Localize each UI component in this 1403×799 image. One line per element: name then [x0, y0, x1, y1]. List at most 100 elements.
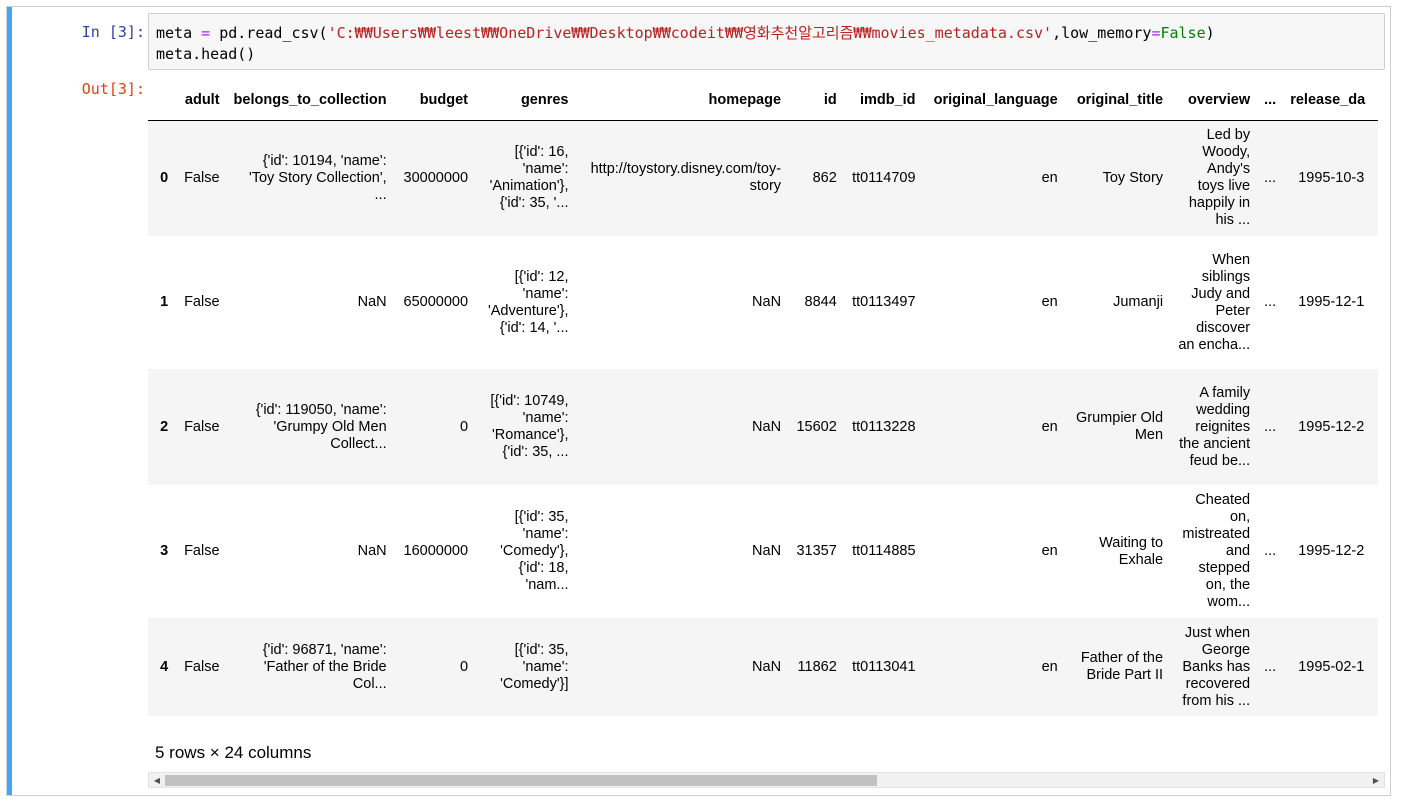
dataframe-shape-summary: 5 rows × 24 columns	[155, 743, 312, 762]
column-header-budget: budget	[393, 82, 476, 121]
column-header-imdb-id: imdb_id	[843, 82, 923, 121]
cell-adult: False	[184, 658, 220, 675]
column-header-belongs-to-collection: belongs_to_collection	[226, 82, 394, 121]
cell-homepage: NaN	[752, 658, 782, 675]
row-index: 4	[160, 658, 169, 675]
dataframe-output: adult belongs_to_collection budget genre…	[148, 82, 1378, 772]
table-row: 1 False NaN 65000000 [{'id': 12, 'name':…	[148, 236, 1378, 369]
code-token: )	[1205, 24, 1215, 42]
column-header-overview: overview	[1170, 82, 1258, 121]
cell-ellipsis: ...	[1264, 543, 1277, 559]
column-header-homepage: homepage	[575, 82, 789, 121]
cell-genres: [{'id': 10749, 'name': 'Romance'}, {'id'…	[490, 393, 569, 460]
cell-original-language: en	[1041, 294, 1058, 310]
cell-id: 15602	[796, 418, 837, 435]
dataframe-table: adult belongs_to_collection budget genre…	[148, 82, 1378, 716]
cell-overview: A family wedding reignites the ancient f…	[1179, 384, 1251, 469]
column-header-id: id	[788, 82, 844, 121]
cell-ellipsis: ...	[1264, 294, 1277, 310]
cell-original-language: en	[1041, 658, 1058, 675]
table-row: 4 False {'id': 96871, 'name': 'Father of…	[148, 618, 1378, 716]
output-prompt: Out[3]:	[81, 80, 145, 98]
cell-id: 31357	[796, 543, 837, 559]
cell-release-date: 1995-02-1	[1298, 658, 1365, 675]
column-header-original-title: original_title	[1064, 82, 1171, 121]
cell-original-title: Father of the Bride Part II	[1080, 650, 1164, 683]
cell-id: 862	[812, 169, 837, 186]
scrollbar-thumb[interactable]	[165, 775, 877, 786]
cell-overview: When siblings Judy and Peter discover an…	[1178, 251, 1251, 353]
column-header-release-date: release_da	[1283, 82, 1378, 121]
cell-belongs-to-collection: {'id': 10194, 'name': 'Toy Story Collect…	[248, 152, 387, 203]
cell-release-date: 1995-10-3	[1298, 169, 1365, 186]
row-index: 1	[160, 294, 169, 310]
cell-original-language: en	[1041, 418, 1058, 435]
cell-original-title: Grumpier Old Men	[1076, 410, 1164, 443]
cell-ellipsis: ...	[1264, 418, 1277, 435]
cell-belongs-to-collection: NaN	[357, 294, 387, 310]
cell-homepage: http://toystory.disney.com/toy-story	[590, 161, 782, 195]
cell-id: 11862	[797, 658, 837, 675]
cell-genres: [{'id': 35, 'name': 'Comedy'}, {'id': 18…	[500, 509, 569, 593]
cell-belongs-to-collection: {'id': 119050, 'name': 'Grumpy Old Men C…	[255, 401, 387, 452]
column-header-index	[148, 82, 176, 121]
cell-budget: 0	[459, 418, 469, 435]
cell-budget: 16000000	[403, 543, 469, 559]
cell-genres: [{'id': 16, 'name': 'Animation'}, {'id':…	[489, 144, 569, 212]
cell-budget: 30000000	[403, 169, 469, 186]
cell-homepage: NaN	[752, 294, 782, 310]
cell-imdb-id: tt0113497	[852, 294, 916, 310]
cell-belongs-to-collection: {'id': 96871, 'name': 'Father of the Bri…	[262, 641, 387, 692]
cell-homepage: NaN	[752, 418, 782, 435]
cell-adult: False	[184, 294, 220, 310]
cell-original-title: Toy Story	[1102, 169, 1164, 186]
cell-overview: Led by Woody, Andy's toys live happily i…	[1188, 127, 1251, 229]
cell-overview: Cheated on, mistreated and stepped on, t…	[1182, 492, 1251, 610]
row-index: 3	[160, 543, 169, 559]
cell-genres: [{'id': 12, 'name': 'Adventure'}, {'id':…	[487, 268, 569, 336]
cell-release-date: 1995-12-2	[1298, 543, 1365, 559]
triangle-left-icon[interactable]: ◀	[150, 774, 164, 787]
code-operator: =	[201, 24, 211, 42]
cell-adult: False	[184, 543, 220, 559]
cell-homepage: NaN	[752, 543, 782, 559]
triangle-right-icon[interactable]: ▶	[1369, 774, 1383, 787]
cell-release-date: 1995-12-1	[1298, 294, 1365, 310]
cell-genres: [{'id': 35, 'name': 'Comedy'}]	[500, 641, 569, 692]
cell-ellipsis: ...	[1264, 658, 1277, 675]
table-row: 2 False {'id': 119050, 'name': 'Grumpy O…	[148, 369, 1378, 485]
cell-release-date: 1995-12-2	[1298, 418, 1365, 435]
column-header-genres: genres	[475, 82, 576, 121]
code-token: pd.read_csv(	[210, 24, 328, 42]
column-header-ellipsis: ...	[1257, 82, 1284, 121]
cell-imdb-id: tt0114885	[852, 543, 916, 559]
column-header-original-language: original_language	[922, 82, 1065, 121]
code-keyword: False	[1160, 24, 1206, 42]
cell-original-language: en	[1041, 169, 1058, 186]
row-index: 0	[160, 169, 169, 186]
selected-cell-indicator	[7, 7, 12, 795]
cell-id: 8844	[804, 294, 837, 310]
cell-original-title: Jumanji	[1113, 294, 1164, 310]
cell-adult: False	[184, 418, 220, 435]
cell-adult: False	[184, 169, 220, 186]
cell-imdb-id: tt0114709	[852, 169, 916, 186]
cell-budget: 0	[459, 658, 469, 675]
code-string-path: 'C:₩₩Users₩₩leest₩₩OneDrive₩₩Desktop₩₩co…	[327, 24, 1053, 42]
cell-imdb-id: tt0113041	[852, 658, 916, 675]
horizontal-scrollbar[interactable]: ◀ ▶	[148, 772, 1385, 788]
row-index: 2	[160, 418, 169, 435]
code-token: ,low_memory	[1052, 24, 1152, 42]
cell-overview: Just when George Banks has recovered fro…	[1182, 624, 1251, 709]
code-editor[interactable]: meta = pd.read_csv('C:₩₩Users₩₩leest₩₩On…	[148, 13, 1385, 70]
table-row: 3 False NaN 16000000 [{'id': 35, 'name':…	[148, 485, 1378, 618]
cell-original-title: Waiting to Exhale	[1099, 534, 1164, 568]
header-row: adult belongs_to_collection budget genre…	[148, 82, 1378, 121]
cell-budget: 65000000	[403, 294, 469, 310]
input-prompt: In [3]:	[81, 23, 145, 41]
cell-original-language: en	[1041, 543, 1058, 559]
column-header-adult: adult	[175, 82, 227, 121]
table-row: 0 False {'id': 10194, 'name': 'Toy Story…	[148, 120, 1378, 236]
code-token: meta	[156, 24, 202, 42]
cell-belongs-to-collection: NaN	[357, 543, 387, 559]
